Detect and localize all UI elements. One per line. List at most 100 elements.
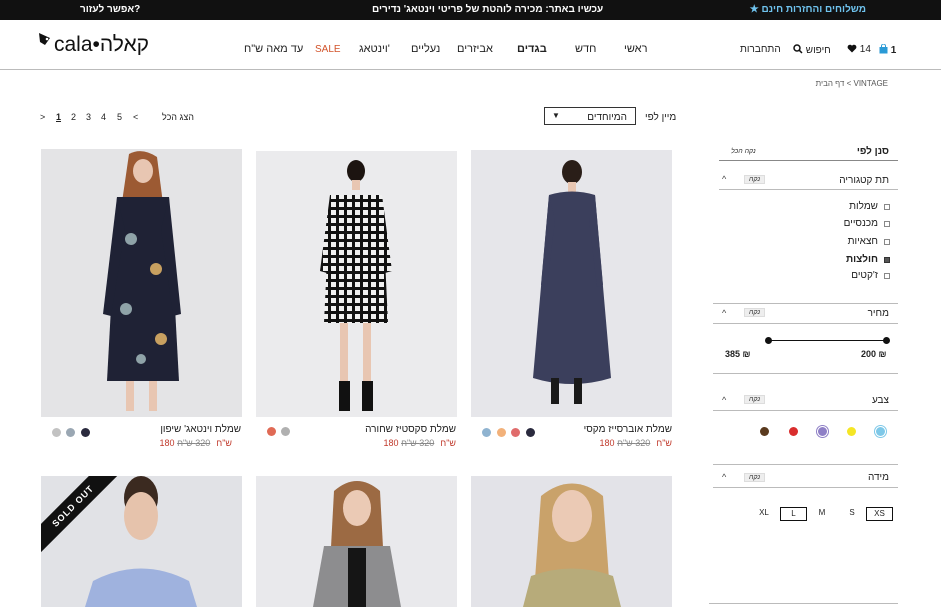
price-range-track[interactable]: [769, 340, 887, 341]
price-max-handle[interactable]: [883, 337, 890, 344]
color-swatch-dot[interactable]: [497, 428, 506, 437]
subcategory-option[interactable]: חצאיות: [848, 236, 878, 247]
color-swatch-purple[interactable]: [818, 427, 827, 436]
divider: [719, 189, 898, 190]
chevron-up-icon[interactable]: ^: [722, 308, 726, 318]
header: cala•קאלה ראשי חדש בגדים אביזרים נעליים …: [0, 20, 941, 70]
subcategory-checkbox[interactable]: [884, 204, 890, 210]
divider: [713, 303, 898, 304]
chevron-up-icon[interactable]: ^: [722, 395, 726, 405]
color-swatch-dot[interactable]: [526, 428, 535, 437]
product-image-6[interactable]: SOLD OUT: [41, 476, 242, 607]
search-label: חיפוש: [805, 45, 831, 56]
page-5[interactable]: 5: [117, 112, 122, 122]
product-image-5[interactable]: [256, 476, 457, 607]
product-title[interactable]: שמלת וינטאג' שיפון: [160, 424, 241, 435]
divider: [713, 373, 898, 374]
subcategory-title[interactable]: תת קטגוריה: [839, 175, 889, 186]
color-swatch-red[interactable]: [789, 427, 798, 436]
clear-all-filters[interactable]: נקה הכל: [727, 148, 760, 155]
size-option[interactable]: XL: [756, 507, 772, 521]
price-min-handle[interactable]: [765, 337, 772, 344]
announcement-bar: ★ משלוחים והחזרות חינם עכשיו באתר: מכירה…: [0, 0, 941, 20]
clear-price[interactable]: נקה: [744, 308, 766, 317]
search-link[interactable]: חיפוש: [793, 44, 831, 56]
color-swatch-dot[interactable]: [511, 428, 520, 437]
subcategory-checkbox[interactable]: [884, 273, 890, 279]
product-image-2[interactable]: [256, 151, 457, 417]
clear-subcategory[interactable]: נקה: [744, 175, 766, 184]
color-swatch-dot[interactable]: [281, 427, 290, 436]
color-swatch-dot[interactable]: [267, 427, 276, 436]
color-swatch-dot[interactable]: [66, 428, 75, 437]
nav-clothes[interactable]: בגדים: [517, 43, 547, 55]
subcategory-checkbox-checked[interactable]: [884, 257, 890, 263]
size-option-selected[interactable]: L: [780, 507, 807, 521]
subcategory-option[interactable]: ז'קטים: [851, 270, 878, 281]
color-swatch-dot[interactable]: [81, 428, 90, 437]
login-link[interactable]: התחברות: [740, 44, 781, 55]
subcategory-checkbox[interactable]: [884, 239, 890, 245]
price-min-value: 200 ₪: [861, 349, 887, 359]
free-shipping-text[interactable]: ★ משלוחים והחזרות חינם: [750, 4, 866, 15]
subcategory-option[interactable]: מכנסיים: [844, 218, 878, 229]
wishlist-link[interactable]: 14: [847, 44, 871, 55]
promo-text[interactable]: עכשיו באתר: מכירה לוהטת של פריטי וינטאג'…: [372, 4, 603, 15]
nav-accessories[interactable]: אביזרים: [457, 43, 493, 55]
product-image-3[interactable]: [41, 149, 242, 417]
sort-label: מיין לפי: [645, 112, 677, 123]
dropdown-arrow-icon: ▼: [552, 111, 560, 120]
page-3[interactable]: 3: [86, 112, 91, 122]
product-price: 180 ש"ח320 ש"ח: [384, 438, 456, 448]
divider: [713, 323, 898, 324]
page-next-arrow[interactable]: <: [133, 112, 138, 122]
nav-under-100[interactable]: עד מאה ש"ח: [244, 43, 303, 55]
search-icon: [793, 44, 803, 54]
nav-home[interactable]: ראשי: [624, 43, 647, 55]
divider: [709, 603, 898, 604]
cart-link[interactable]: 1: [879, 43, 897, 56]
color-title[interactable]: צבע: [872, 395, 889, 406]
chevron-up-icon[interactable]: ^: [722, 472, 726, 482]
subcategory-option[interactable]: שמלות: [849, 201, 878, 212]
product-title[interactable]: שמלת אוברסייז מקסי: [584, 424, 672, 435]
model-photo-blonde: [523, 483, 621, 607]
size-option-selected[interactable]: XS: [866, 507, 893, 521]
nav-vintage[interactable]: וינטאג': [359, 43, 390, 55]
breadcrumb[interactable]: דף הבית < VINTAGE: [816, 79, 888, 88]
size-title[interactable]: מידה: [868, 472, 889, 483]
product-title[interactable]: שמלת סקסטיז שחורה: [365, 424, 456, 435]
subcategory-option-selected[interactable]: חולצות: [846, 254, 878, 265]
color-swatch-dot[interactable]: [52, 428, 61, 437]
page-prev-arrow[interactable]: >: [40, 112, 45, 122]
product-image-1[interactable]: [471, 150, 672, 417]
price-title[interactable]: מחיר: [868, 308, 889, 319]
model-photo-cardigan: [313, 481, 401, 607]
model-photo-sixties-dress: [320, 160, 392, 411]
model-photo-chiffon-dress: [103, 151, 181, 411]
page-2[interactable]: 2: [71, 112, 76, 122]
size-option[interactable]: M: [816, 507, 828, 521]
subcategory-checkbox[interactable]: [884, 221, 890, 227]
product-image-4[interactable]: [471, 476, 672, 607]
logo[interactable]: cala•קאלה: [38, 30, 149, 60]
size-option[interactable]: S: [846, 507, 858, 521]
clear-color[interactable]: נקה: [744, 395, 766, 404]
show-all-link[interactable]: הצג הכל: [162, 112, 194, 122]
nav-sale[interactable]: SALE: [315, 44, 341, 55]
clear-size[interactable]: נקה: [744, 473, 766, 482]
help-link[interactable]: אפשר לעזור?: [80, 4, 140, 15]
heart-icon: [847, 44, 857, 53]
nav-new[interactable]: חדש: [575, 43, 596, 55]
chevron-up-icon[interactable]: ^: [722, 174, 726, 184]
cart-count: 1: [890, 45, 897, 56]
color-swatch-brown[interactable]: [760, 427, 769, 436]
divider: [713, 464, 898, 465]
page-4[interactable]: 4: [101, 112, 106, 122]
nav-shoes[interactable]: נעליים: [411, 43, 440, 55]
page-1-current[interactable]: 1: [56, 112, 61, 122]
color-swatch-yellow[interactable]: [847, 427, 856, 436]
color-swatch-dot[interactable]: [482, 428, 491, 437]
sort-select[interactable]: המיוחדים ▼: [544, 107, 636, 125]
color-swatch-light-blue[interactable]: [876, 427, 885, 436]
